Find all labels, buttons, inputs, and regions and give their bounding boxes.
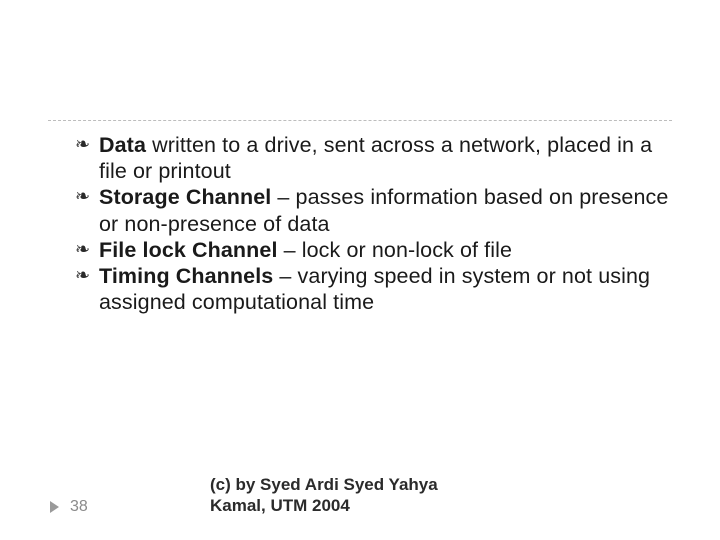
bullet-lead: Storage Channel <box>99 185 271 209</box>
bullet-lead: File lock Channel <box>99 238 278 262</box>
body-text-block: ❧ Data written to a drive, sent across a… <box>75 132 675 316</box>
bullet-rest: – lock or non-lock of file <box>278 238 513 262</box>
bullet-icon: ❧ <box>75 135 90 153</box>
page-arrow-icon <box>48 500 60 514</box>
bullet-item: ❧ File lock Channel – lock or non-lock o… <box>75 237 675 263</box>
copyright: (c) by Syed Ardi Syed Yahya Kamal, UTM 2… <box>210 474 510 517</box>
bullet-lead: Timing Channels <box>99 264 273 288</box>
slide: ❧ Data written to a drive, sent across a… <box>0 0 720 540</box>
bullet-lead: Data <box>99 133 146 157</box>
bullet-icon: ❧ <box>75 266 90 284</box>
bullet-icon: ❧ <box>75 187 90 205</box>
footer: 38 (c) by Syed Ardi Syed Yahya Kamal, UT… <box>48 498 672 516</box>
bullet-item: ❧ Data written to a drive, sent across a… <box>75 132 675 184</box>
bullet-text: Timing Channels – varying speed in syste… <box>99 264 650 314</box>
header-divider <box>48 120 672 121</box>
copyright-line-1: (c) by Syed Ardi Syed Yahya <box>210 474 510 495</box>
copyright-line-2: Kamal, UTM 2004 <box>210 495 510 516</box>
bullet-text: Data written to a drive, sent across a n… <box>99 133 652 183</box>
bullet-item: ❧ Timing Channels – varying speed in sys… <box>75 263 675 315</box>
page-number: 38 <box>70 498 88 516</box>
bullet-icon: ❧ <box>75 240 90 258</box>
bullet-text: File lock Channel – lock or non-lock of … <box>99 238 512 262</box>
bullet-text: Storage Channel – passes information bas… <box>99 185 668 235</box>
bullet-rest: written to a drive, sent across a networ… <box>99 133 652 183</box>
bullet-item: ❧ Storage Channel – passes information b… <box>75 184 675 236</box>
